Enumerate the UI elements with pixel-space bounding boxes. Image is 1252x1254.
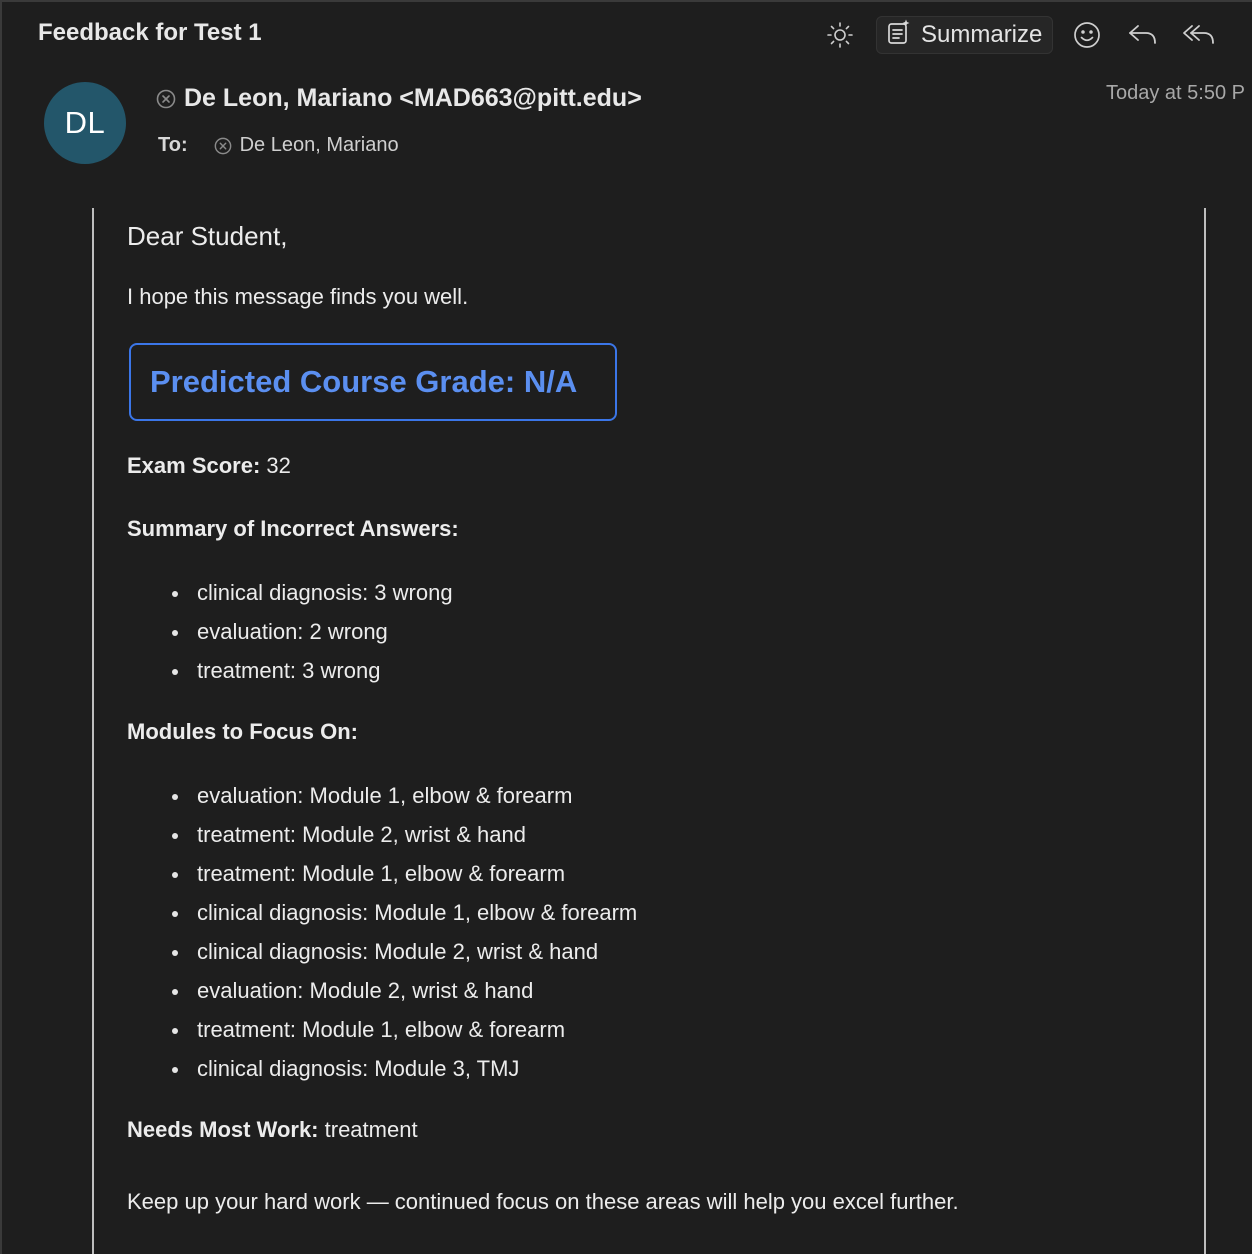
sender-name[interactable]: De Leon, Mariano <MAD663@pitt.edu>	[184, 84, 642, 113]
list-item: clinical diagnosis: Module 3, TMJ	[169, 1054, 637, 1093]
modules-list: evaluation: Module 1, elbow & forearm tr…	[169, 781, 637, 1093]
incorrect-heading: Summary of Incorrect Answers:	[127, 516, 459, 541]
list-item: clinical diagnosis: Module 2, wrist & ha…	[169, 937, 637, 976]
incorrect-list: clinical diagnosis: 3 wrong evaluation: …	[169, 578, 453, 695]
emoji-icon[interactable]	[1069, 17, 1105, 53]
remove-circle-icon	[156, 89, 176, 109]
exam-score: Exam Score: 32	[127, 453, 291, 479]
email-window: Feedback for Test 1 Summarize DL De Leon…	[0, 0, 1252, 1254]
list-item: treatment: 3 wrong	[169, 656, 453, 695]
needs-most-work: Needs Most Work: treatment	[127, 1117, 418, 1143]
list-item: evaluation: Module 2, wrist & hand	[169, 976, 637, 1015]
summarize-button[interactable]: Summarize	[876, 16, 1054, 54]
remove-circle-icon	[214, 137, 232, 155]
summarize-label: Summarize	[921, 21, 1043, 48]
predicted-grade-box: Predicted Course Grade: N/A	[129, 343, 617, 421]
summarize-icon	[885, 18, 913, 53]
to-label: To:	[158, 134, 188, 156]
sender-avatar: DL	[44, 82, 126, 164]
list-item: treatment: Module 2, wrist & hand	[169, 820, 637, 859]
message-timestamp: Today at 5:50 P	[1106, 82, 1245, 104]
exam-score-label: Exam Score:	[127, 453, 261, 478]
closing-text: Keep up your hard work — continued focus…	[127, 1189, 959, 1214]
list-item: treatment: Module 1, elbow & forearm	[169, 1015, 637, 1054]
message-body: Dear Student, I hope this message finds …	[127, 216, 1187, 1214]
message-toolbar: Summarize	[822, 14, 1217, 56]
list-item: treatment: Module 1, elbow & forearm	[169, 859, 637, 898]
email-subject: Feedback for Test 1	[38, 19, 262, 46]
list-item: evaluation: Module 1, elbow & forearm	[169, 781, 637, 820]
needs-value: treatment	[318, 1117, 418, 1142]
intro-text: I hope this message finds you well.	[127, 284, 469, 309]
list-item: clinical diagnosis: 3 wrong	[169, 578, 453, 617]
exam-score-value: 32	[260, 453, 291, 478]
sender-line[interactable]: De Leon, Mariano <MAD663@pitt.edu>	[156, 84, 642, 113]
recipient-name[interactable]: De Leon, Mariano	[240, 134, 399, 157]
needs-label: Needs Most Work:	[127, 1117, 319, 1142]
list-item: clinical diagnosis: Module 1, elbow & fo…	[169, 898, 637, 937]
greeting-text: Dear Student,	[127, 221, 288, 251]
recipients-line: To: De Leon, Mariano	[158, 134, 399, 157]
brightness-icon[interactable]	[822, 17, 858, 53]
modules-heading: Modules to Focus On:	[127, 719, 358, 744]
list-item: evaluation: 2 wrong	[169, 617, 453, 656]
reply-icon[interactable]	[1125, 17, 1161, 53]
reply-all-icon[interactable]	[1181, 17, 1217, 53]
